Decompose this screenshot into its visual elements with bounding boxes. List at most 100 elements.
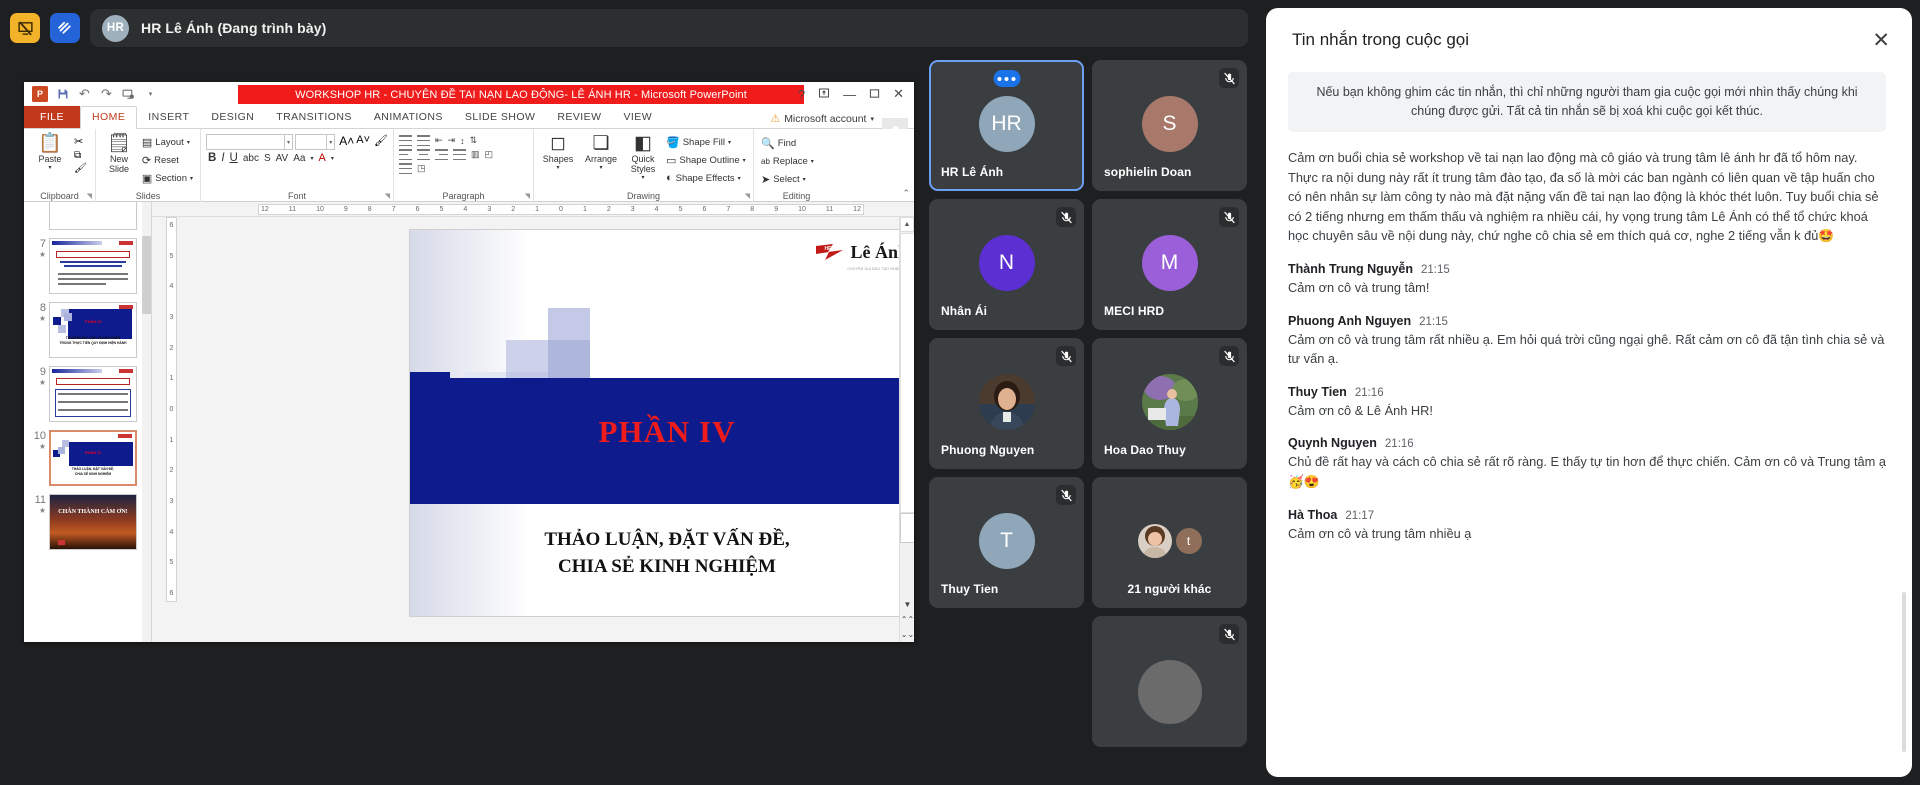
scrollbar-thumb[interactable] — [142, 236, 151, 314]
participant-tile-sophielin-doan[interactable]: S sophielin Doan — [1092, 60, 1247, 191]
ribbon-tab-strip[interactable]: FILE HOME INSERT DESIGN TRANSITIONS ANIM… — [24, 106, 914, 129]
arrange-button[interactable]: ❏ Arrange ▾ — [580, 132, 622, 171]
slide-editing-area[interactable]: 12111098765 43210123 456789101112 654321… — [152, 202, 914, 642]
align-right-icon[interactable] — [435, 149, 448, 160]
participant-tile-others[interactable]: t 21 người khác — [1092, 477, 1247, 608]
align-text-icon[interactable] — [399, 163, 412, 174]
scroll-up-icon[interactable]: ▲ — [900, 217, 914, 232]
paragraph-dialog-launcher[interactable]: ◥ — [525, 192, 530, 200]
restore-icon[interactable] — [869, 87, 880, 102]
text-direction-icon[interactable]: ⇅ — [470, 135, 478, 146]
scrollbar-track[interactable] — [900, 233, 914, 513]
smartart-icon[interactable]: ◰ — [485, 149, 494, 160]
stop-screenshare-icon[interactable] — [10, 13, 40, 43]
chevron-down-icon[interactable]: ▾ — [811, 158, 814, 165]
chat-message-list[interactable]: Nếu bạn không ghim các tin nhắn, thì chỉ… — [1266, 72, 1912, 777]
collapse-ribbon-icon[interactable]: ⌃ — [902, 188, 910, 199]
presenting-banner[interactable]: HR HR Lê Ánh (Đang trình bày) — [90, 9, 1248, 47]
thumbnail-scrollbar[interactable] — [142, 202, 151, 642]
participant-tile-grid[interactable]: HR HR Lê Ánh S sophielin Doan N Nhân Ái … — [925, 56, 1258, 785]
slide-thumbnail[interactable]: 9★ — [24, 362, 151, 426]
section-button[interactable]: ▣Section▾ — [140, 171, 195, 186]
bold-button[interactable]: B — [208, 152, 216, 164]
font-dialog-launcher[interactable]: ◥ — [385, 192, 390, 200]
tab-design[interactable]: DESIGN — [200, 107, 265, 128]
slide-thumbnail-selected[interactable]: 10★ PHẦN IV THẢO LUẬN, ĐẶT VẤN ĐỀ,CHIA S… — [24, 426, 151, 490]
chevron-down-icon[interactable]: ▾ — [870, 115, 874, 123]
quick-styles-button[interactable]: ◧ QuickStyles ▾ — [625, 132, 661, 181]
participant-tile-meci-hrd[interactable]: M MECI HRD — [1092, 199, 1247, 330]
numbering-icon[interactable] — [417, 135, 430, 146]
columns-icon[interactable]: ▥ — [471, 149, 480, 160]
cut-icon[interactable]: ✂ — [74, 135, 87, 148]
participant-tile-phuong-nguyen[interactable]: Phuong Nguyen — [929, 338, 1084, 469]
more-options-icon[interactable] — [993, 70, 1020, 87]
font-color-button[interactable]: A — [318, 152, 325, 164]
font-size-chevron-icon[interactable]: ▾ — [327, 134, 335, 150]
slide-thumbnail-pane[interactable]: 6 7★ 8★ — [24, 202, 152, 642]
chat-scrollbar-thumb[interactable] — [1902, 592, 1906, 752]
quick-access-toolbar[interactable]: P ↶ ↷ ▾ — [24, 82, 158, 106]
participant-tile-hoa-dao-thuy[interactable]: Hoa Dao Thuy — [1092, 338, 1247, 469]
undo-icon[interactable]: ↶ — [77, 87, 92, 102]
chevron-down-icon[interactable]: ▾ — [641, 174, 644, 181]
chevron-down-icon[interactable]: ▾ — [728, 139, 731, 146]
strikethrough-button[interactable]: abc — [243, 153, 259, 164]
redo-icon[interactable]: ↷ — [99, 87, 114, 102]
justify-icon[interactable] — [453, 149, 466, 160]
shape-outline-button[interactable]: ▭Shape Outline▾ — [664, 153, 748, 168]
shapes-button[interactable]: ◻ Shapes ▾ — [539, 132, 577, 171]
change-case-button[interactable]: Aa — [293, 153, 305, 164]
chevron-down-icon[interactable]: ▾ — [738, 175, 741, 182]
slide-thumbnail[interactable]: 11★ CHÂN THÀNH CẢM ƠN! — [24, 490, 151, 554]
participant-tile-thuy-tien[interactable]: T Thuy Tien — [929, 477, 1084, 608]
underline-button[interactable]: U — [230, 152, 238, 164]
close-icon[interactable]: ✕ — [1872, 30, 1890, 51]
participant-tile-nhan-ai[interactable]: N Nhân Ái — [929, 199, 1084, 330]
paste-button[interactable]: 📋 Paste ▾ — [29, 132, 71, 171]
select-button[interactable]: ➤Select▾ — [759, 172, 834, 187]
decrease-indent-icon[interactable]: ⇤ — [435, 135, 443, 146]
replace-button[interactable]: abReplace▾ — [759, 155, 834, 168]
reset-button[interactable]: ⟳Reset — [140, 153, 195, 168]
tab-review[interactable]: REVIEW — [546, 107, 612, 128]
chevron-down-icon[interactable]: ▾ — [599, 164, 602, 171]
scroll-down-icon[interactable]: ▼ — [900, 597, 914, 612]
font-name-chevron-icon[interactable]: ▾ — [285, 134, 293, 150]
current-slide[interactable]: PHẦN IV THẢO LUẬN, ĐẶT VẤN ĐỀ, CHIA SẺ K… — [410, 230, 914, 616]
chevron-down-icon[interactable]: ▾ — [190, 175, 193, 182]
tab-file[interactable]: FILE — [24, 106, 80, 128]
help-icon[interactable]: ? — [798, 87, 805, 102]
next-slide-icon[interactable]: ⌄⌄ — [900, 627, 914, 642]
previous-slide-icon[interactable]: ⌃⌃ — [900, 612, 914, 627]
shape-fill-button[interactable]: 🪣Shape Fill▾ — [664, 135, 748, 150]
find-button[interactable]: 🔍Find — [759, 136, 834, 151]
chevron-down-icon[interactable]: ▾ — [310, 155, 313, 162]
tab-transitions[interactable]: TRANSITIONS — [265, 107, 363, 128]
microsoft-account-status[interactable]: ⚠ Microsoft account ▾ — [770, 112, 874, 125]
chevron-down-icon[interactable]: ▾ — [187, 139, 190, 146]
layout-button[interactable]: ▤Layout▾ — [140, 135, 195, 150]
drawing-dialog-launcher[interactable]: ◥ — [745, 192, 750, 200]
chevron-down-icon[interactable]: ▾ — [331, 155, 334, 162]
bullets-icon[interactable] — [399, 135, 412, 146]
tab-slide-show[interactable]: SLIDE SHOW — [454, 107, 546, 128]
format-painter-icon[interactable]: 🖌 — [74, 163, 87, 174]
save-icon[interactable] — [55, 87, 70, 102]
tab-home[interactable]: HOME — [80, 106, 137, 129]
meet-app-icon[interactable] — [50, 13, 80, 43]
participant-tile-hr-le-anh[interactable]: HR HR Lê Ánh — [929, 60, 1084, 191]
close-icon[interactable]: ✕ — [893, 86, 904, 102]
ribbon-home[interactable]: 📋 Paste ▾ ✂ ⧉ 🖌 Clipboard ◥ 🗒 NewSlide — [24, 129, 914, 202]
scroll-buttons[interactable]: ▼ ⌃⌃ ⌄⌄ — [900, 597, 914, 642]
font-size-input[interactable] — [295, 134, 327, 150]
minimize-icon[interactable]: — — [843, 87, 856, 102]
align-left-icon[interactable] — [399, 149, 412, 160]
chevron-down-icon[interactable]: ▾ — [743, 157, 746, 164]
chevron-down-icon[interactable]: ▾ — [48, 164, 51, 171]
powerpoint-window[interactable]: P ↶ ↷ ▾ WORKSHOP HR - CHUYÊN ĐỀ TAI NẠN … — [24, 82, 914, 642]
font-name-input[interactable] — [206, 134, 285, 150]
new-slide-button[interactable]: 🗒 NewSlide — [101, 132, 137, 174]
line-spacing-icon[interactable]: ↕ — [460, 136, 465, 146]
convert-smartart-icon[interactable]: ◳ — [417, 163, 426, 174]
